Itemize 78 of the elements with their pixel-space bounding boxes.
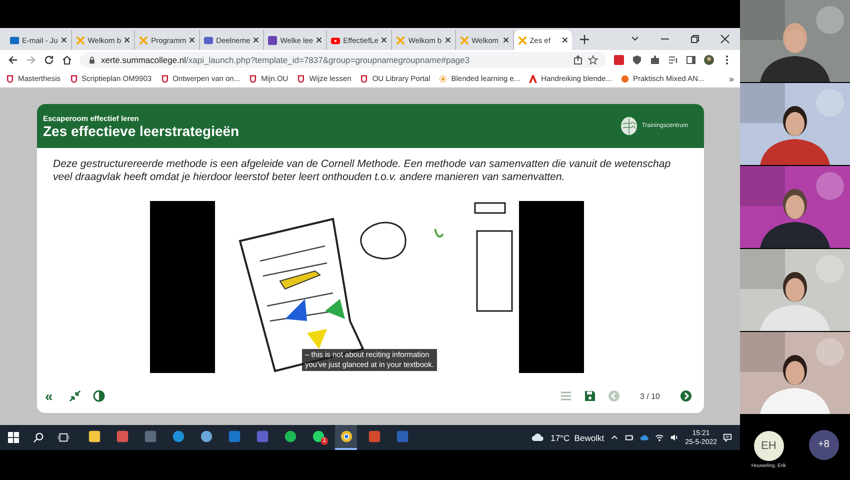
tab-favicon-icon bbox=[518, 36, 527, 44]
puzzle-icon[interactable] bbox=[650, 55, 660, 65]
weather-text[interactable]: 17°C Bewolkt bbox=[550, 432, 604, 442]
app-icon bbox=[340, 430, 352, 443]
lock-icon bbox=[88, 56, 96, 64]
home-icon[interactable] bbox=[62, 55, 72, 65]
close-icon[interactable] bbox=[444, 37, 451, 43]
close-icon[interactable] bbox=[60, 37, 67, 43]
app-icon bbox=[228, 430, 240, 443]
share-icon[interactable] bbox=[573, 55, 583, 65]
page-counter: 3 / 10 bbox=[640, 392, 660, 400]
new-tab-icon[interactable] bbox=[580, 34, 589, 44]
cloud-sync-icon[interactable] bbox=[640, 433, 650, 442]
bookmark-favicon-icon bbox=[439, 74, 448, 82]
notifications-icon[interactable] bbox=[723, 433, 732, 442]
close-icon[interactable] bbox=[316, 37, 322, 43]
start-icon[interactable] bbox=[8, 432, 19, 443]
close-icon[interactable] bbox=[253, 37, 260, 43]
tab-favicon-icon bbox=[396, 36, 406, 44]
tab-favicon-icon bbox=[76, 36, 85, 44]
cloud-icon bbox=[530, 433, 545, 442]
restore-icon[interactable] bbox=[690, 34, 700, 44]
profile-avatar-icon[interactable] bbox=[704, 55, 714, 65]
next-button[interactable] bbox=[680, 390, 692, 402]
close-icon[interactable] bbox=[124, 37, 130, 43]
shrink-icon[interactable] bbox=[69, 390, 81, 402]
bookmark-favicon-icon bbox=[70, 74, 78, 82]
search-icon[interactable] bbox=[33, 432, 44, 443]
app-icon bbox=[396, 430, 408, 443]
tab-favicon-icon bbox=[10, 36, 19, 44]
more-bookmarks-button[interactable]: » bbox=[728, 74, 734, 84]
app-icon bbox=[116, 430, 128, 443]
side-panel-icon[interactable] bbox=[686, 55, 696, 65]
more-participants-button[interactable]: +8 bbox=[808, 430, 839, 460]
tab-favicon-icon bbox=[139, 36, 148, 44]
app-icon bbox=[368, 430, 380, 443]
close-icon[interactable] bbox=[502, 37, 509, 43]
media-list-icon[interactable] bbox=[668, 55, 678, 65]
shield-icon[interactable] bbox=[632, 55, 642, 65]
wifi-icon[interactable] bbox=[655, 433, 664, 442]
user-avatar[interactable]: EH bbox=[754, 430, 784, 460]
tab-favicon-icon bbox=[460, 36, 469, 44]
volume-icon[interactable] bbox=[670, 433, 680, 442]
app-icon bbox=[284, 430, 296, 443]
bookmark-favicon-icon bbox=[249, 74, 258, 82]
app-icon bbox=[144, 430, 156, 443]
tab-favicon-icon bbox=[268, 36, 278, 44]
close-icon[interactable] bbox=[381, 37, 388, 43]
task-view-icon[interactable] bbox=[58, 432, 69, 443]
bookmark-favicon-icon bbox=[529, 74, 538, 82]
slide-title: Zes effectieve leerstrategieën bbox=[43, 122, 240, 138]
star-icon[interactable] bbox=[588, 55, 598, 65]
save-icon[interactable] bbox=[584, 390, 596, 402]
tab-favicon-icon bbox=[204, 36, 214, 44]
close-icon[interactable] bbox=[720, 34, 730, 44]
tab-favicon-icon bbox=[331, 36, 340, 44]
battery-icon[interactable] bbox=[625, 433, 634, 442]
back-icon[interactable] bbox=[8, 55, 18, 65]
brain-icon bbox=[618, 116, 639, 136]
app-icon bbox=[88, 430, 100, 443]
app-icon bbox=[256, 430, 268, 443]
bookmark-favicon-icon bbox=[297, 74, 306, 82]
close-icon[interactable] bbox=[562, 37, 568, 43]
collapse-button[interactable]: « bbox=[45, 390, 57, 402]
app-icon bbox=[312, 430, 324, 443]
slide-paragraph: Deze gestructurereerde methode is een afgeleide van de Cornell Methode. Een methode van samenvatten die vanuit de wetenschap veel draagvlak heeft omdat je hierdoor leerstof beter leert onthouden t.o.v. andere manieren van samenvatten. bbox=[53, 158, 672, 184]
bookmark-favicon-icon bbox=[360, 74, 368, 82]
close-icon[interactable] bbox=[189, 37, 196, 43]
bookmark-favicon-icon bbox=[6, 74, 14, 82]
contrast-icon[interactable] bbox=[93, 390, 105, 402]
caret-up-icon[interactable] bbox=[610, 433, 620, 442]
app-icon bbox=[200, 430, 212, 443]
taskbar-app[interactable] bbox=[335, 425, 357, 450]
bookmark-favicon-icon bbox=[160, 74, 169, 82]
reload-icon[interactable] bbox=[44, 55, 54, 65]
app-icon bbox=[172, 430, 184, 443]
address-field[interactable]: xerte.summacollege.nl/xapi_launch.php?template_id=7837&group=groupnamegroupname#page3 bbox=[80, 52, 606, 68]
bookmark-favicon-icon bbox=[620, 74, 629, 82]
